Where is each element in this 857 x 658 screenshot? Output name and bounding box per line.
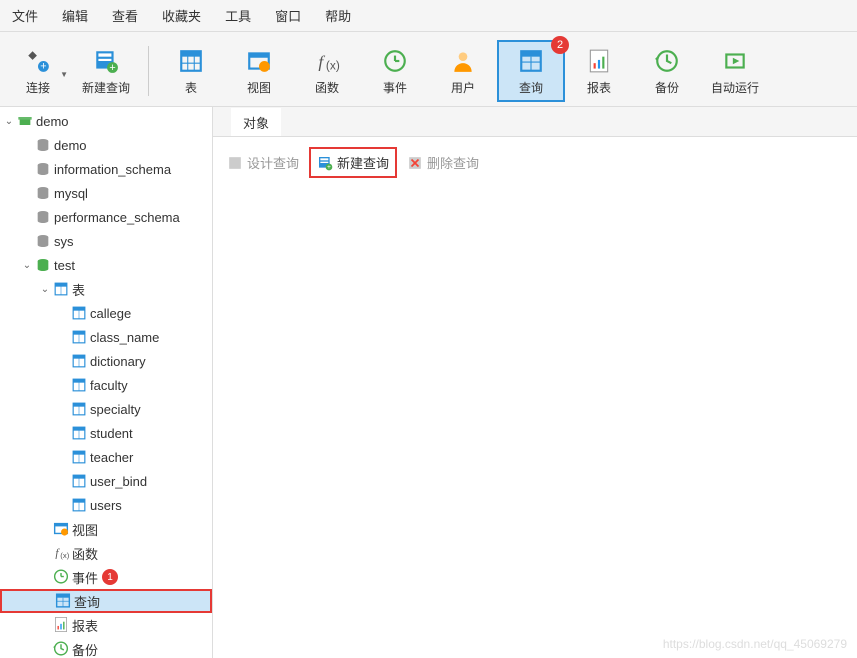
toolbar-report-button[interactable]: 报表 — [565, 40, 633, 102]
svg-text:(x): (x) — [326, 58, 340, 72]
menu-file[interactable]: 文件 — [12, 6, 38, 25]
backup-icon — [653, 47, 681, 75]
svg-text:+: + — [40, 60, 46, 72]
watermark: https://blog.csdn.net/qq_45069279 — [663, 637, 847, 651]
table-teacher[interactable]: teacher — [0, 445, 212, 469]
database-information_schema[interactable]: information_schema — [0, 157, 212, 181]
connection-node[interactable]: ⌄demo — [0, 109, 212, 133]
new-query-icon: + — [92, 47, 120, 75]
badge: 1 — [102, 569, 118, 585]
database-sys[interactable]: sys — [0, 229, 212, 253]
view-icon — [52, 520, 70, 538]
database-mysql[interactable]: mysql — [0, 181, 212, 205]
database-test[interactable]: ⌄test — [0, 253, 212, 277]
clock-icon — [381, 47, 409, 75]
user-icon — [449, 47, 477, 75]
tables-group[interactable]: ⌄表 — [0, 277, 212, 301]
menu-view[interactable]: 查看 — [112, 6, 138, 25]
view-icon — [245, 47, 273, 75]
object-toolbar: 设计查询+新建查询删除查询 — [213, 137, 857, 188]
toolbar-query-button[interactable]: 查询2 — [497, 40, 565, 102]
toolbar-user-button[interactable]: 用户 — [429, 40, 497, 102]
table-dictionary[interactable]: dictionary — [0, 349, 212, 373]
database-icon — [34, 256, 52, 274]
report-icon — [52, 616, 70, 634]
database-icon — [34, 136, 52, 154]
database-icon — [34, 232, 52, 250]
events-group[interactable]: 事件1 — [0, 565, 212, 589]
toolbar-view-button[interactable]: 视图 — [225, 40, 293, 102]
auto-icon — [721, 47, 749, 75]
table-faculty[interactable]: faculty — [0, 373, 212, 397]
delete-icon — [407, 155, 423, 171]
toolbar-auto-button[interactable]: 自动运行 — [701, 40, 769, 102]
content-area: 对象 设计查询+新建查询删除查询 — [213, 107, 857, 658]
toolbar-new-query-button[interactable]: +新建查询 — [72, 40, 140, 102]
report-icon — [585, 47, 613, 75]
database-icon — [34, 208, 52, 226]
table-icon — [70, 376, 88, 394]
menu-edit[interactable]: 编辑 — [62, 6, 88, 25]
plug-icon: + — [24, 47, 52, 75]
table-class_name[interactable]: class_name — [0, 325, 212, 349]
query-icon — [517, 47, 545, 75]
toolbar-backup-button[interactable]: 备份 — [633, 40, 701, 102]
table-icon — [70, 424, 88, 442]
svg-text:+: + — [109, 61, 115, 73]
svg-text:+: + — [327, 164, 331, 171]
menu-window[interactable]: 窗口 — [275, 6, 301, 25]
table-icon — [52, 280, 70, 298]
design-icon — [227, 155, 243, 171]
svg-text:f: f — [318, 52, 325, 71]
fx-icon: f(x) — [52, 544, 70, 562]
menu-tools[interactable]: 工具 — [225, 6, 251, 25]
reports-group[interactable]: 报表 — [0, 613, 212, 637]
obj-delete-button: 删除查询 — [401, 149, 485, 176]
table-users[interactable]: users — [0, 493, 212, 517]
menu-fav[interactable]: 收藏夹 — [162, 6, 201, 25]
queries-group[interactable]: 查询 — [0, 589, 212, 613]
table-icon — [70, 448, 88, 466]
menu-help[interactable]: 帮助 — [325, 6, 351, 25]
database-icon — [34, 184, 52, 202]
new-query-icon: + — [317, 155, 333, 171]
table-icon — [70, 496, 88, 514]
table-user_bind[interactable]: user_bind — [0, 469, 212, 493]
database-performance_schema[interactable]: performance_schema — [0, 205, 212, 229]
backups-group[interactable]: 备份 — [0, 637, 212, 658]
toolbar-table-button[interactable]: 表 — [157, 40, 225, 102]
fx-icon: f(x) — [313, 47, 341, 75]
table-student[interactable]: student — [0, 421, 212, 445]
tab-bar: 对象 — [213, 107, 857, 137]
connection-icon — [16, 112, 34, 130]
table-specialty[interactable]: specialty — [0, 397, 212, 421]
obj-design-button: 设计查询 — [221, 149, 305, 176]
toolbar-clock-button[interactable]: 事件 — [361, 40, 429, 102]
svg-text:(x): (x) — [60, 551, 69, 560]
database-icon — [34, 160, 52, 178]
table-icon — [70, 400, 88, 418]
menu-bar: 文件 编辑 查看 收藏夹 工具 窗口 帮助 — [0, 0, 857, 32]
query-icon — [54, 592, 72, 610]
table-icon — [70, 328, 88, 346]
functions-group[interactable]: f(x)函数 — [0, 541, 212, 565]
toolbar-fx-button[interactable]: f(x)函数 — [293, 40, 361, 102]
database-demo[interactable]: demo — [0, 133, 212, 157]
obj-new-query-button[interactable]: +新建查询 — [309, 147, 397, 178]
toolbar-plug-button[interactable]: +连接▼ — [4, 40, 72, 102]
clock-icon — [52, 568, 70, 586]
table-icon — [70, 352, 88, 370]
tab-objects[interactable]: 对象 — [231, 108, 281, 136]
main-toolbar: +连接▼+新建查询表视图f(x)函数事件用户查询2报表备份自动运行 — [0, 32, 857, 107]
object-tree[interactable]: ⌄demodemoinformation_schemamysqlperforma… — [0, 107, 213, 658]
table-icon — [177, 47, 205, 75]
backup-icon — [52, 640, 70, 658]
table-icon — [70, 472, 88, 490]
table-icon — [70, 304, 88, 322]
views-group[interactable]: 视图 — [0, 517, 212, 541]
table-callege[interactable]: callege — [0, 301, 212, 325]
